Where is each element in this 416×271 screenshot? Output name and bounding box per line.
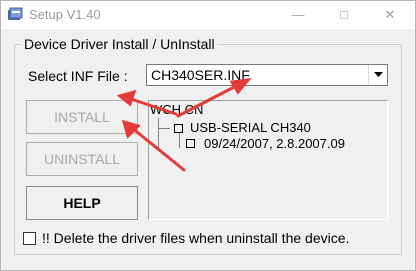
tree-connector bbox=[158, 118, 159, 148]
delete-files-label: !! Delete the driver files when uninstal… bbox=[42, 230, 350, 246]
tree-expand-box[interactable] bbox=[174, 124, 183, 133]
minimize-button[interactable]: — bbox=[275, 1, 321, 29]
tree-item-version[interactable]: 09/24/2007, 2.8.2007.09 bbox=[204, 136, 345, 151]
install-button[interactable]: INSTALL bbox=[26, 100, 138, 134]
tree-root-label: WCH.CN bbox=[150, 102, 204, 117]
inf-file-select[interactable]: CH340SER.INF bbox=[146, 64, 388, 86]
close-button[interactable]: ✕ bbox=[367, 1, 413, 29]
help-button[interactable]: HELP bbox=[26, 186, 138, 220]
tree-connector bbox=[179, 133, 180, 148]
window-title: Setup V1.40 bbox=[29, 7, 101, 22]
uninstall-button[interactable]: UNINSTALL bbox=[26, 142, 138, 176]
chevron-down-icon[interactable] bbox=[368, 65, 387, 85]
inf-file-value: CH340SER.INF bbox=[151, 67, 250, 83]
title-bar[interactable]: Setup V1.40 — □ ✕ bbox=[1, 1, 415, 29]
groupbox-title: Device Driver Install / UnInstall bbox=[20, 36, 219, 52]
maximize-button[interactable]: □ bbox=[321, 1, 367, 29]
tree-item-device[interactable]: USB-SERIAL CH340 bbox=[190, 120, 311, 135]
inf-file-label: Select INF File : bbox=[28, 68, 128, 84]
tree-connector bbox=[158, 128, 170, 129]
installer-icon bbox=[8, 7, 23, 20]
delete-files-checkbox[interactable] bbox=[23, 232, 36, 245]
tree-expand-box[interactable] bbox=[186, 139, 195, 148]
driver-tree-view[interactable] bbox=[148, 100, 388, 220]
